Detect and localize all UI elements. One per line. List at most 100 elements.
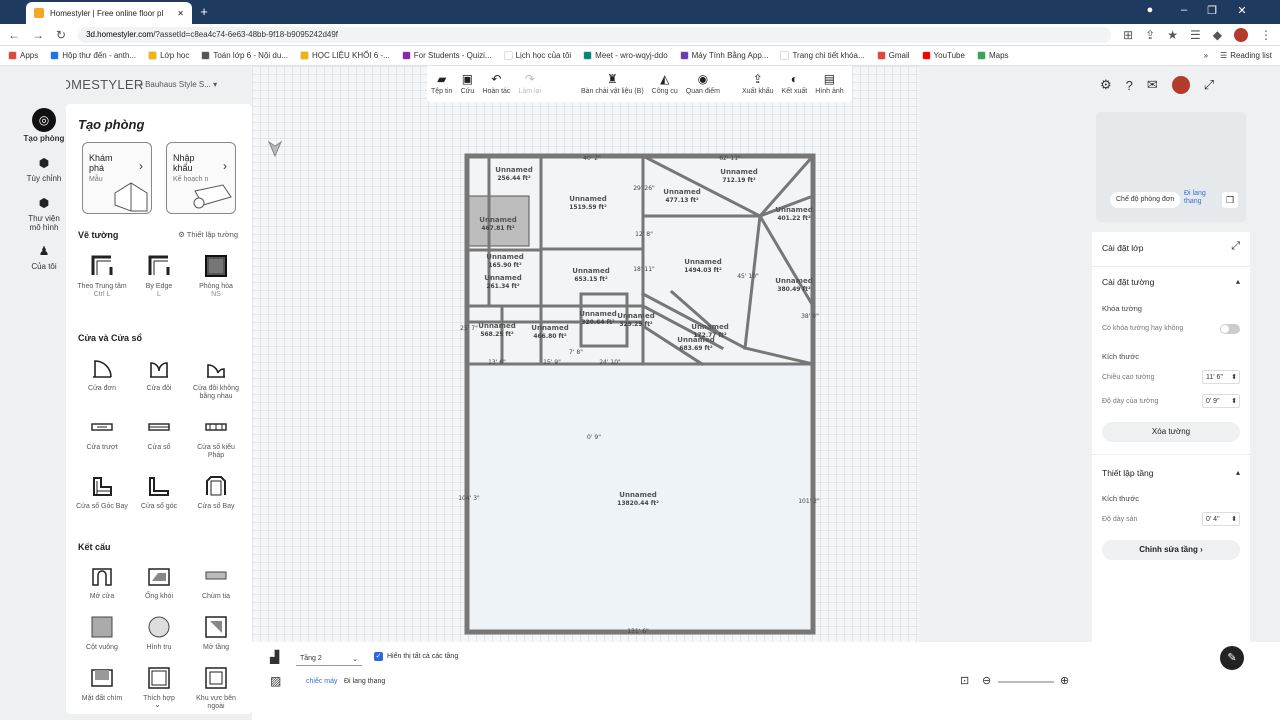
door-window-tool[interactable]: Cửa trượt [74,415,130,452]
expand-icon[interactable]: ⤢ [1231,240,1240,253]
bookmark-item[interactable]: Gmail [876,51,910,60]
wall-tool[interactable]: Theo Trung tâm Ctrl L [74,254,130,299]
reading-list-button[interactable]: ☰ Reading list [1220,51,1272,60]
zoom-slider[interactable] [998,681,1054,683]
settings-gear-icon[interactable]: ⚙ [1100,77,1112,93]
nav-model-library[interactable]: ⬢ Thư viện mô hình [22,194,66,232]
room-name-label[interactable]: Unnamed [677,336,714,344]
folder-button[interactable]: ▰ Tệp tin [431,72,452,95]
save-button[interactable]: ▣ Cứu [460,72,475,95]
user-avatar[interactable] [1171,76,1190,94]
bookmark-item[interactable]: YouTube [921,51,965,60]
stepper-icon[interactable]: ⬍ [1231,373,1239,381]
room-name-label[interactable]: Unnamed [479,216,516,224]
brush-button[interactable]: ♜ Bàn chải vật liệu (B) [581,72,644,95]
nav-my-items[interactable]: ♟ Của tôi [22,242,66,271]
tools-button[interactable]: ◭ Công cụ [652,72,678,95]
floor-thickness-input[interactable]: 0' 4" ⬍ [1202,512,1240,526]
room-name-label[interactable]: Unnamed [720,168,757,176]
bookmark-item[interactable]: Apps [8,51,38,60]
export-button[interactable]: ⇪ Xuất khẩu [742,72,774,95]
layer-icon[interactable]: ▨ [270,674,281,688]
structure-tool[interactable]: Mở tầng [188,615,244,652]
bookmark-item[interactable]: Meet - wro-wqyj-ddo [583,51,668,60]
wall-tool[interactable]: Phòng hòa NS [188,254,244,299]
collapse-caret-icon[interactable]: ▴ [1236,277,1240,286]
walk-mode-button[interactable]: Đi lang thang [1184,190,1212,206]
bookmark-item[interactable]: Lớp học [148,51,189,60]
expand-preview-icon[interactable]: ❐ [1222,192,1238,208]
media-icon[interactable]: ☰ [1190,28,1201,42]
delete-wall-button[interactable]: Xóa tường [1102,422,1240,442]
extensions-icon[interactable]: ◆ [1213,28,1222,42]
new-tab-button[interactable]: + [196,4,212,20]
more-bookmarks-icon[interactable]: » [1204,51,1208,60]
scroll-down-icon[interactable]: ⌄ [154,700,161,709]
room-name-label[interactable]: Unnamed [775,206,812,214]
floor-plan-canvas[interactable]: Unnamed 256.44 ft² Unnamed 1519.59 ft² Unnam… [252,66,919,642]
stepper-icon[interactable]: ⬍ [1231,397,1239,405]
door-window-tool[interactable]: Cửa đôi [131,356,187,393]
floor-select[interactable]: Tầng 2 ⌄ [296,652,362,666]
redo-button[interactable]: ↷ Làm lại [518,72,541,95]
structure-tool[interactable]: Thích hợp [131,666,187,703]
checkbox-checked-icon[interactable]: ✓ [374,652,383,661]
room-name-label[interactable]: Unnamed [495,166,532,174]
project-name[interactable]: ▪ Bauhaus Style S... ▾ [140,80,217,89]
walk-button[interactable]: Đi lang thang [344,678,385,685]
room-name-label[interactable]: Unnamed [531,324,568,332]
structure-tool[interactable]: Mặt đất chìm [74,666,130,703]
door-window-tool[interactable]: Cửa sổ [131,415,187,452]
browser-tab[interactable]: Homestyler | Free online floor pl ✕ [26,2,192,24]
close-tab-icon[interactable]: ✕ [177,9,184,18]
room-name-label[interactable]: Unnamed [617,312,654,320]
zoom-out-icon[interactable]: ⊖ [982,674,991,687]
bookmark-item[interactable]: Lịch học của tôi [503,51,571,60]
door-window-tool[interactable]: Cửa đôi không bằng nhau [188,356,244,401]
mail-icon[interactable]: ✉ [1147,77,1158,93]
3d-preview[interactable]: Chế độ phòng đơn Đi lang thang ❐ [1096,112,1246,222]
room-name-label[interactable]: Unnamed [691,323,728,331]
reload-icon[interactable]: ↻ [56,28,66,42]
structure-tool[interactable]: Khu vực bên ngoài [188,666,244,711]
minimize-icon[interactable]: – [1174,4,1194,16]
stepper-icon[interactable]: ⬍ [1231,515,1239,523]
import-card[interactable]: Nhập khẩu Kế hoạch n › [166,142,236,214]
bookmark-item[interactable]: Máy Tính Bằng App... [679,51,768,60]
structure-tool[interactable]: Ống khói [131,564,187,601]
room-name-label[interactable]: Unnamed [478,322,515,330]
floor-stairs-icon[interactable]: ▟ [270,650,279,664]
door-window-tool[interactable]: Cửa sổ Góc Bay [74,474,130,511]
bookmark-item[interactable]: Trang chi tiết khóa... [780,51,865,60]
room-name-label[interactable]: Unnamed [775,277,812,285]
structure-tool[interactable]: Hình trụ [131,615,187,652]
wall-thickness-input[interactable]: 0' 9" ⬍ [1202,394,1240,408]
maximize-icon[interactable]: ❐ [1202,4,1222,17]
floor-plan-svg[interactable]: Unnamed256.44 ft²Unnamed1519.59 ft²Unnam… [252,66,919,642]
fullscreen-icon[interactable]: ⤢ [1204,77,1214,93]
room-name-label[interactable]: Unnamed [684,258,721,266]
room-name-label[interactable]: Unnamed [484,274,521,282]
camera-button[interactable]: chiếc máy [306,678,338,685]
zoom-in-icon[interactable]: ⊕ [1060,674,1069,687]
room-name-label[interactable]: Unnamed [486,253,523,261]
bookmark-item[interactable]: Maps [976,51,1009,60]
room-name-label[interactable]: Unnamed [663,188,700,196]
close-window-icon[interactable]: ✕ [1232,4,1252,17]
show-all-floors[interactable]: ✓ Hiển thị tất cả các tầng [374,652,458,661]
bookmark-item[interactable]: For Students - Quizi... [401,51,492,60]
back-icon[interactable]: ← [8,28,20,42]
profile-avatar[interactable] [1234,27,1248,42]
profile-indicator-icon[interactable]: ● [1140,4,1160,16]
structure-tool[interactable]: Mở cửa [74,564,130,601]
explore-card[interactable]: Khám phá Mẫu › [82,142,152,214]
bookmark-item[interactable]: HỌC LIỆU KHỐI 6 -... [299,51,390,60]
door-window-tool[interactable]: Cửa sổ góc [131,474,187,511]
room-name-label[interactable]: Unnamed [572,267,609,275]
room-name-label[interactable]: Unnamed [579,310,616,318]
room-name-label[interactable]: Unnamed [569,195,606,203]
door-window-tool[interactable]: Cửa sổ Bay [188,474,244,511]
image-button[interactable]: ▤ Hình ảnh [815,72,843,95]
nav-create-room[interactable]: ◎ Tạo phòng [22,108,66,143]
door-window-tool[interactable]: Cửa đơn [74,356,130,393]
